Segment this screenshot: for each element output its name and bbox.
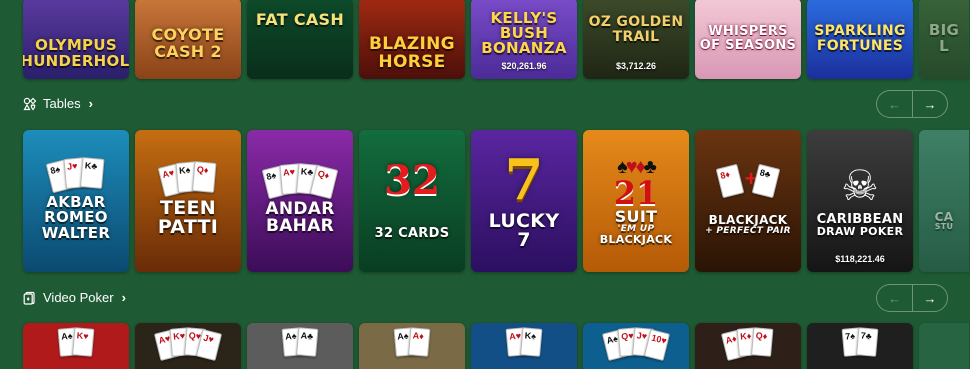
game-tile-oz-golden-trail[interactable]: OZ GOLDEN TRAIL $3,712.26 <box>583 0 689 79</box>
game-tile-partial[interactable] <box>919 323 969 369</box>
game-tile-partial[interactable]: CA STU <box>919 130 969 272</box>
game-tile-video-poker-3[interactable]: A♠ A♣ <box>247 323 353 369</box>
game-tile-whispers-of-seasons[interactable]: WHISPERS OF SEASONS <box>695 0 801 79</box>
cards-graphic: 8♠ A♥ K♣ Q♦ <box>261 162 339 199</box>
game-tile-kellys-bush-bonanza[interactable]: KELLY'S BUSH BONANZA $20,261.96 <box>471 0 577 79</box>
cards-graphic: A♥ K♠ <box>505 327 543 359</box>
jackpot-amount: $3,712.26 <box>615 61 657 71</box>
game-tile-akbar-romeo-walter[interactable]: 8♠ J♥ K♣ AKBAR ROMEO WALTER <box>23 130 129 272</box>
game-title: OLYMPUS THUNDERHOLD <box>23 36 129 70</box>
game-title-line1: BLACKJACK <box>708 213 788 228</box>
game-tile-video-poker-6[interactable]: A♠ Q♥ J♥ 10♥ <box>583 323 689 369</box>
tables-row: 8♠ J♥ K♣ AKBAR ROMEO WALTER A♥ K♠ Q♦ TEEN PA… <box>0 130 970 272</box>
game-title: WHISPERS OF SEASONS <box>699 24 797 53</box>
game-tile-video-poker-4[interactable]: A♠ A♦ <box>359 323 465 369</box>
game-tile-video-poker-8[interactable]: 7♠ 7♣ <box>807 323 913 369</box>
game-title-line2: STU <box>934 222 954 232</box>
cards-graphic: 8♦ + 8♣ <box>715 164 781 199</box>
cards-graphic: 8♠ J♥ K♣ <box>45 157 105 194</box>
section-header-tables[interactable]: Tables › <box>23 96 93 111</box>
game-tile-blazing-horse[interactable]: BLAZING HORSE <box>359 0 465 79</box>
game-title-line2: PATTI <box>157 216 219 238</box>
slot-games-row: OLYMPUS THUNDERHOLD COYOTE CASH 2 FAT CA… <box>0 0 970 79</box>
skull-icon: ☠ <box>841 161 879 209</box>
game-title: KELLY'S BUSH BONANZA <box>481 8 567 58</box>
tables-carousel-nav: ← → <box>876 90 948 118</box>
cards-graphic: A♥ K♥ Q♥ J♥ <box>153 327 223 362</box>
cards-graphic: A♠ K♥ <box>57 327 95 359</box>
big-number: 32 <box>384 157 440 205</box>
game-tile-blackjack-perfect-pair[interactable]: 8♦ + 8♣ BLACKJACK + PERFECT PAIR <box>695 130 801 272</box>
chevron-right-icon: › <box>88 96 93 111</box>
game-tile-caribbean-draw-poker[interactable]: ☠ CARIBBEAN DRAW POKER $118,221.46 <box>807 130 913 272</box>
tables-icon <box>23 97 37 110</box>
cards-graphic: A♠ A♣ <box>281 327 319 359</box>
big-number: 7 <box>504 146 544 213</box>
game-tile-lucky-7[interactable]: 7 LUCKY 7 <box>471 130 577 272</box>
carousel-next-button[interactable]: → <box>912 284 948 312</box>
game-title-line2: DRAW POKER <box>816 225 904 239</box>
game-tile-video-poker-1[interactable]: A♠ K♥ <box>23 323 129 369</box>
section-title: Video Poker <box>43 290 114 305</box>
game-title: FAT CASH <box>255 10 345 30</box>
section-title: Tables <box>43 96 81 111</box>
cards-graphic: A♥ K♠ Q♦ <box>157 160 217 197</box>
cards-graphic: 7♠ 7♣ <box>841 327 879 359</box>
video-poker-carousel-nav: ← → <box>876 284 948 312</box>
game-title: BIG L <box>928 21 960 55</box>
game-title-line1: SUIT <box>614 206 658 226</box>
game-tile-andar-bahar[interactable]: 8♠ A♥ K♣ Q♦ ANDAR BAHAR <box>247 130 353 272</box>
game-title: 32 CARDS <box>374 226 450 242</box>
big-number: 21 <box>613 173 659 212</box>
game-title-line3: BLACKJACK <box>599 233 673 247</box>
game-tile-sparkling-fortunes[interactable]: SPARKLING FORTUNES <box>807 0 913 79</box>
chevron-right-icon: › <box>121 290 126 305</box>
game-tile-olympus-thunderhold[interactable]: OLYMPUS THUNDERHOLD <box>23 0 129 79</box>
game-tile-video-poker-5[interactable]: A♥ K♠ <box>471 323 577 369</box>
game-tile-video-poker-2[interactable]: A♥ K♥ Q♥ J♥ <box>135 323 241 369</box>
game-tile-fat-cash[interactable]: FAT CASH <box>247 0 353 79</box>
game-title-line2: BAHAR <box>265 216 335 236</box>
game-tile-32-cards[interactable]: 32 32 CARDS <box>359 130 465 272</box>
game-tile-suit-em-up-blackjack[interactable]: ♠♥♦♣ 21 SUIT 'EM UP BLACKJACK <box>583 130 689 272</box>
game-title: OZ GOLDEN TRAIL <box>588 14 684 45</box>
game-title: SPARKLING FORTUNES <box>814 23 906 54</box>
cards-graphic: A♦ K♦ Q♦ <box>720 327 774 362</box>
section-header-video-poker[interactable]: Video Poker › <box>23 290 126 305</box>
game-title: BLAZING HORSE <box>369 34 455 72</box>
carousel-next-button[interactable]: → <box>912 90 948 118</box>
video-poker-icon <box>23 291 35 305</box>
carousel-prev-button[interactable]: ← <box>876 90 912 118</box>
cards-graphic: A♠ A♦ <box>393 327 431 359</box>
game-title: COYOTE CASH 2 <box>151 25 225 61</box>
cards-graphic: A♠ Q♥ J♥ 10♥ <box>601 327 671 362</box>
carousel-prev-button[interactable]: ← <box>876 284 912 312</box>
game-tile-partial[interactable]: BIG L <box>919 0 969 79</box>
game-tile-video-poker-7[interactable]: A♦ K♦ Q♦ <box>695 323 801 369</box>
jackpot-amount: $118,221.46 <box>835 254 885 264</box>
game-title-line2: + PERFECT PAIR <box>705 225 791 236</box>
game-tile-teen-patti[interactable]: A♥ K♠ Q♦ TEEN PATTI <box>135 130 241 272</box>
game-title-line3: WALTER <box>41 223 111 242</box>
game-tile-coyote-cash-2[interactable]: COYOTE CASH 2 <box>135 0 241 79</box>
game-title-line2: 7 <box>517 229 531 251</box>
jackpot-amount: $20,261.96 <box>501 61 547 71</box>
video-poker-row: A♠ K♥ A♥ K♥ Q♥ J♥ A♠ A♣ A♠ A♦ A♥ K♠ A♠ Q♥ J♥ 10♥ A… <box>0 323 970 369</box>
